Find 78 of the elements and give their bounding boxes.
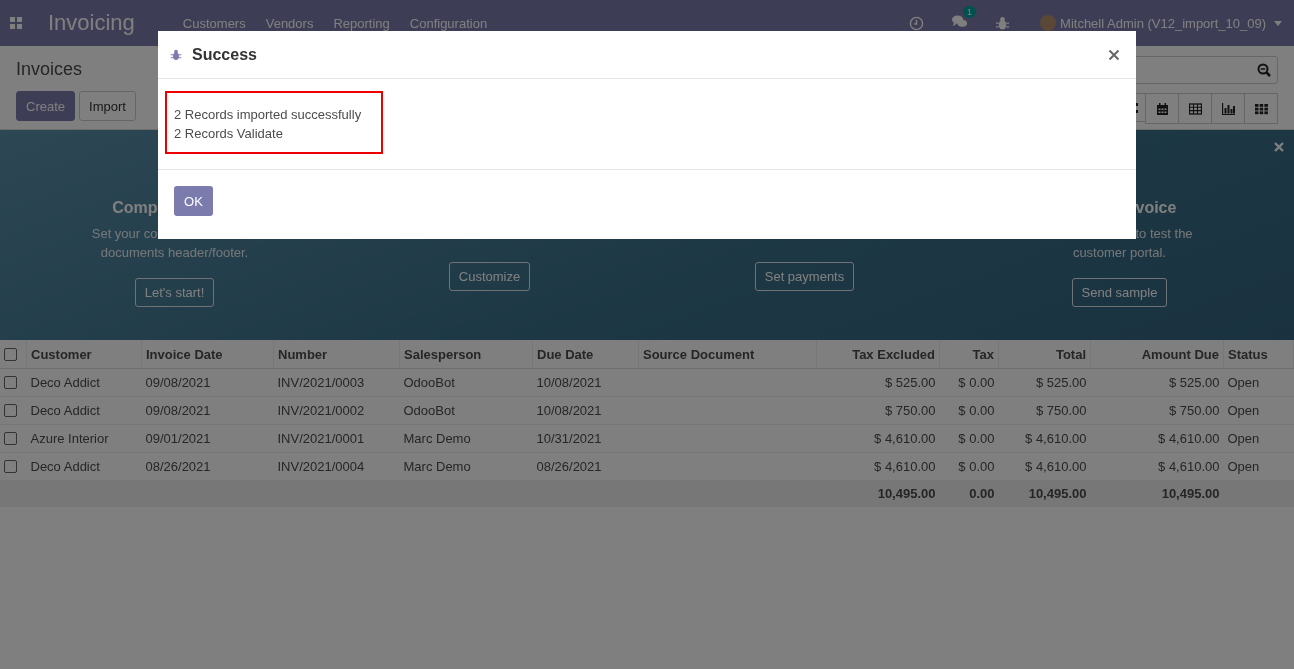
- table-cell: $ 525.00: [816, 368, 940, 397]
- table-cell: $ 0.00: [939, 452, 999, 481]
- import-button[interactable]: Import: [79, 91, 136, 121]
- table-cell: 09/08/2021: [141, 396, 274, 425]
- table-cell: $ 4,610.00: [998, 424, 1091, 453]
- table-cell: $ 4,610.00: [1090, 452, 1224, 481]
- total-cell: 10,495.00: [1090, 480, 1224, 507]
- menu-item[interactable]: Reporting: [333, 15, 390, 31]
- create-button[interactable]: Create: [16, 91, 76, 121]
- table-cell: INV/2021/0003: [273, 368, 400, 397]
- table-cell: Deco Addict: [26, 452, 142, 481]
- step-button[interactable]: Send sample: [1071, 278, 1168, 307]
- table-cell: INV/2021/0001: [273, 424, 400, 453]
- table-cell: $ 4,610.00: [816, 424, 940, 453]
- table-cell: $ 525.00: [998, 368, 1091, 397]
- table-cell: Open: [1223, 396, 1294, 425]
- column-header[interactable]: Invoice Date: [141, 340, 274, 369]
- table-cell: $ 0.00: [939, 368, 999, 397]
- table-cell: INV/2021/0002: [273, 396, 400, 425]
- table-cell: Marc Demo: [399, 424, 533, 453]
- column-header[interactable]: Tax: [939, 340, 999, 369]
- table-cell: 08/26/2021: [141, 452, 274, 481]
- step-button[interactable]: Customize: [448, 262, 531, 291]
- menu-item[interactable]: Configuration: [409, 15, 488, 31]
- table-cell: $ 525.00: [1090, 368, 1224, 397]
- breadcrumb[interactable]: Invoices: [16, 59, 136, 80]
- table-cell: 10/08/2021: [532, 396, 639, 425]
- column-header[interactable]: Customer: [26, 340, 142, 369]
- ok-button[interactable]: OK: [174, 186, 213, 216]
- step-title: Comp: [111, 198, 158, 218]
- step-button[interactable]: Set payments: [754, 262, 855, 291]
- menu-item[interactable]: Vendors: [265, 15, 314, 31]
- column-header[interactable]: Salesperson: [399, 340, 533, 369]
- table-cell: Deco Addict: [26, 396, 142, 425]
- table-cell: OdooBot: [399, 368, 533, 397]
- table-cell: 08/26/2021: [532, 452, 639, 481]
- table-cell: Azure Interior: [26, 424, 142, 453]
- step-description: to test the: [1135, 225, 1194, 243]
- table-cell: Marc Demo: [399, 452, 533, 481]
- table-cell: $ 750.00: [998, 396, 1091, 425]
- step-description: customer portal.: [1071, 244, 1168, 262]
- step-description: documents header/footer.: [99, 244, 250, 262]
- table-cell: $ 4,610.00: [1090, 424, 1224, 453]
- column-header[interactable]: Number: [273, 340, 400, 369]
- app-name: Invoicing: [48, 10, 135, 36]
- table-cell: Deco Addict: [26, 368, 142, 397]
- column-header[interactable]: Tax Excluded: [816, 340, 940, 369]
- message-count-badge: 1: [963, 6, 977, 18]
- table-cell: Open: [1223, 424, 1294, 453]
- column-header[interactable]: Due Date: [532, 340, 639, 369]
- column-header[interactable]: Total: [998, 340, 1091, 369]
- column-header[interactable]: Source Document: [638, 340, 817, 369]
- table-cell: Open: [1223, 368, 1294, 397]
- menu-item[interactable]: Customers: [182, 15, 246, 31]
- table-cell: $ 750.00: [1090, 396, 1224, 425]
- table-cell: OdooBot: [399, 396, 533, 425]
- table-cell: $ 4,610.00: [816, 452, 940, 481]
- table-cell: $ 4,610.00: [998, 452, 1091, 481]
- table-cell: 10/08/2021: [532, 368, 639, 397]
- step-description: Set your co: [90, 225, 158, 243]
- step-title: voice: [1135, 198, 1178, 218]
- table-cell: $ 0.00: [939, 396, 999, 425]
- step-button[interactable]: Let's start!: [134, 278, 215, 307]
- message-text: 2 Records Validate: [174, 125, 284, 143]
- user-name[interactable]: Mitchell Admin (V12_import_10_09): [1060, 15, 1266, 31]
- message-text: 2 Records imported successfully: [174, 106, 363, 124]
- table-cell: $ 750.00: [816, 396, 940, 425]
- dialog-title: Success: [192, 45, 257, 64]
- table-cell: Open: [1223, 452, 1294, 481]
- table-cell: 09/01/2021: [141, 424, 274, 453]
- total-cell: 10,495.00: [816, 480, 940, 507]
- column-header[interactable]: Amount Due: [1090, 340, 1224, 369]
- table-cell: INV/2021/0004: [273, 452, 400, 481]
- table-cell: 09/08/2021: [141, 368, 274, 397]
- total-cell: 10,495.00: [998, 480, 1091, 507]
- table-cell: $ 0.00: [939, 424, 999, 453]
- table-cell: 10/31/2021: [532, 424, 639, 453]
- column-header[interactable]: Status: [1223, 340, 1294, 369]
